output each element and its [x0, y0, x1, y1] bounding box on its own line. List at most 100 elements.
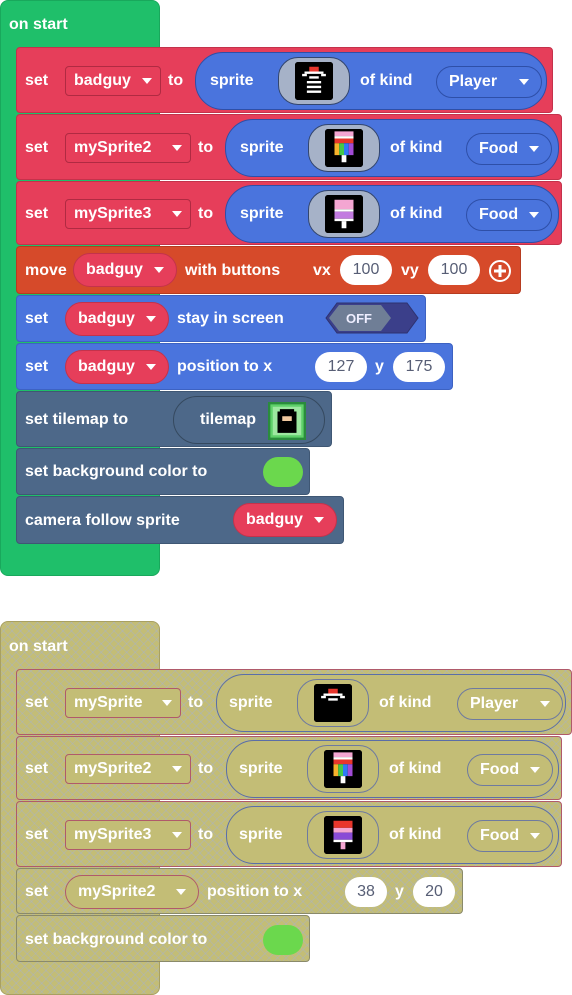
kind-dropdown-food[interactable]: Food	[466, 133, 552, 165]
variable-name: badguy	[78, 358, 135, 375]
kind-dropdown-player[interactable]: Player	[436, 66, 542, 98]
move-with-buttons-block[interactable]: move badguy with buttons vx 100 vy 100	[16, 246, 521, 294]
sprite-of-kind-block[interactable]: sprite of kind Food	[226, 740, 559, 798]
variable-dropdown-mysprite3[interactable]: mySprite3	[65, 199, 191, 229]
kind-name: Player	[449, 73, 498, 90]
sprite-image-field[interactable]	[308, 124, 380, 172]
set-mysprite-sprite-block[interactable]: set mySprite to sprite of kind Player	[16, 669, 572, 735]
position-to-x-label: position to x	[177, 358, 273, 375]
to-label: to	[168, 72, 184, 89]
set-label: set	[25, 310, 49, 327]
kind-name: Food	[479, 140, 519, 157]
kind-dropdown-food[interactable]: Food	[467, 754, 553, 786]
variable-name: mySprite3	[74, 826, 152, 843]
kind-dropdown-food[interactable]: Food	[467, 820, 553, 852]
set-badguy-sprite-block[interactable]: set badguy to sprite of kind Player	[16, 47, 553, 113]
variable-dropdown-badguy[interactable]: badguy	[233, 503, 337, 537]
sprite-of-kind-block[interactable]: sprite of kind Food	[225, 119, 559, 177]
y-input[interactable]: 175	[393, 352, 445, 382]
set-tilemap-block[interactable]: set tilemap to tilemap	[16, 391, 332, 447]
sprite-of-kind-block[interactable]: sprite of kind Player	[216, 674, 566, 732]
camera-follow-label: camera follow sprite	[25, 512, 180, 529]
set-mysprite3-sprite-block[interactable]: set mySprite3 to sprite of kind Food	[16, 181, 562, 245]
caret-down-icon	[519, 79, 529, 85]
variable-name: badguy	[86, 261, 143, 278]
sprite-image-field[interactable]	[308, 190, 380, 238]
sprite-image-field[interactable]	[278, 57, 350, 105]
sprite-label: sprite	[229, 694, 273, 711]
caret-down-icon	[529, 212, 539, 218]
set-mysprite2-sprite-block[interactable]: set mySprite2 to sprite of kind Food	[16, 114, 562, 180]
set-background-color-block[interactable]: set background color to	[16, 448, 310, 495]
to-label: to	[198, 205, 214, 222]
kind-name: Food	[479, 206, 519, 223]
set-mysprite3-sprite-block[interactable]: set mySprite3 to sprite of kind Food	[16, 801, 562, 867]
set-position-block[interactable]: set mySprite2 position to x 38 y 20	[16, 868, 463, 914]
sprite-image-field[interactable]	[297, 679, 369, 727]
tilemap-field[interactable]: tilemap	[173, 396, 325, 444]
tilemap-thumbnail-icon	[268, 402, 306, 440]
caret-down-icon	[314, 517, 324, 523]
set-background-color-label: set background color to	[25, 931, 208, 948]
variable-dropdown-mysprite[interactable]: mySprite	[65, 688, 181, 718]
rainbow-popsicle-sprite-icon	[324, 750, 362, 788]
to-label: to	[188, 694, 204, 711]
variable-dropdown-badguy[interactable]: badguy	[65, 66, 161, 96]
of-kind-label: of kind	[360, 72, 413, 89]
set-background-color-block[interactable]: set background color to	[16, 915, 310, 962]
caret-down-icon	[162, 700, 172, 706]
sprite-of-kind-block[interactable]: sprite of kind Player	[195, 52, 547, 110]
variable-name: badguy	[246, 511, 303, 528]
of-kind-label: of kind	[389, 826, 442, 843]
with-buttons-label: with buttons	[185, 262, 281, 279]
sprite-image-field[interactable]	[307, 745, 379, 793]
position-to-x-label: position to x	[207, 883, 303, 900]
sprite-label: sprite	[239, 826, 283, 843]
plus-circle-icon[interactable]	[488, 259, 512, 283]
color-swatch[interactable]	[263, 457, 303, 487]
caret-down-icon	[172, 211, 182, 217]
x-input[interactable]: 127	[315, 352, 367, 382]
kind-dropdown-food[interactable]: Food	[466, 199, 552, 231]
kind-name: Player	[470, 695, 519, 712]
variable-dropdown-mysprite2[interactable]: mySprite2	[65, 754, 191, 784]
of-kind-label: of kind	[390, 139, 443, 156]
set-position-block[interactable]: set badguy position to x 127 y 175	[16, 343, 453, 390]
color-swatch[interactable]	[263, 925, 303, 955]
camera-follow-sprite-block[interactable]: camera follow sprite badguy	[16, 496, 344, 544]
variable-dropdown-badguy[interactable]: badguy	[65, 350, 169, 384]
x-input[interactable]: 38	[345, 877, 387, 907]
set-tilemap-label: set tilemap to	[25, 411, 129, 428]
variable-dropdown-badguy[interactable]: badguy	[65, 302, 169, 336]
caret-down-icon	[540, 701, 550, 707]
set-label: set	[25, 883, 49, 900]
kind-dropdown-player[interactable]: Player	[457, 688, 563, 720]
caret-down-icon	[530, 833, 540, 839]
sprite-of-kind-block[interactable]: sprite of kind Food	[225, 185, 559, 243]
pink-popsicle-sprite-icon	[325, 195, 363, 233]
variable-dropdown-mysprite2[interactable]: mySprite2	[65, 875, 199, 909]
vy-input[interactable]: 100	[428, 255, 480, 285]
move-label: move	[25, 262, 67, 279]
variable-name: badguy	[78, 310, 135, 327]
set-label: set	[25, 139, 49, 156]
vx-input[interactable]: 100	[340, 255, 392, 285]
of-kind-label: of kind	[390, 205, 443, 222]
variable-dropdown-mysprite2[interactable]: mySprite2	[65, 133, 191, 163]
sprite-of-kind-block[interactable]: sprite of kind Food	[226, 806, 559, 864]
kind-name: Food	[480, 827, 520, 844]
on-start-label: on start	[9, 16, 68, 33]
set-mysprite2-sprite-block[interactable]: set mySprite2 to sprite of kind Food	[16, 736, 562, 800]
rainbow-popsicle-sprite-icon	[325, 129, 363, 167]
to-label: to	[198, 139, 214, 156]
sprite-image-field[interactable]	[307, 811, 379, 859]
variable-dropdown-mysprite3[interactable]: mySprite3	[65, 820, 191, 850]
variable-dropdown-badguy[interactable]: badguy	[73, 253, 177, 287]
player-sprite-icon	[314, 684, 352, 722]
player-sprite-icon	[295, 62, 333, 100]
toggle-switch[interactable]	[325, 302, 419, 334]
set-stay-in-screen-block[interactable]: set badguy stay in screen OFF	[16, 295, 426, 342]
toggle-off-label: OFF	[346, 311, 372, 326]
caret-down-icon	[530, 767, 540, 773]
y-input[interactable]: 20	[413, 877, 455, 907]
